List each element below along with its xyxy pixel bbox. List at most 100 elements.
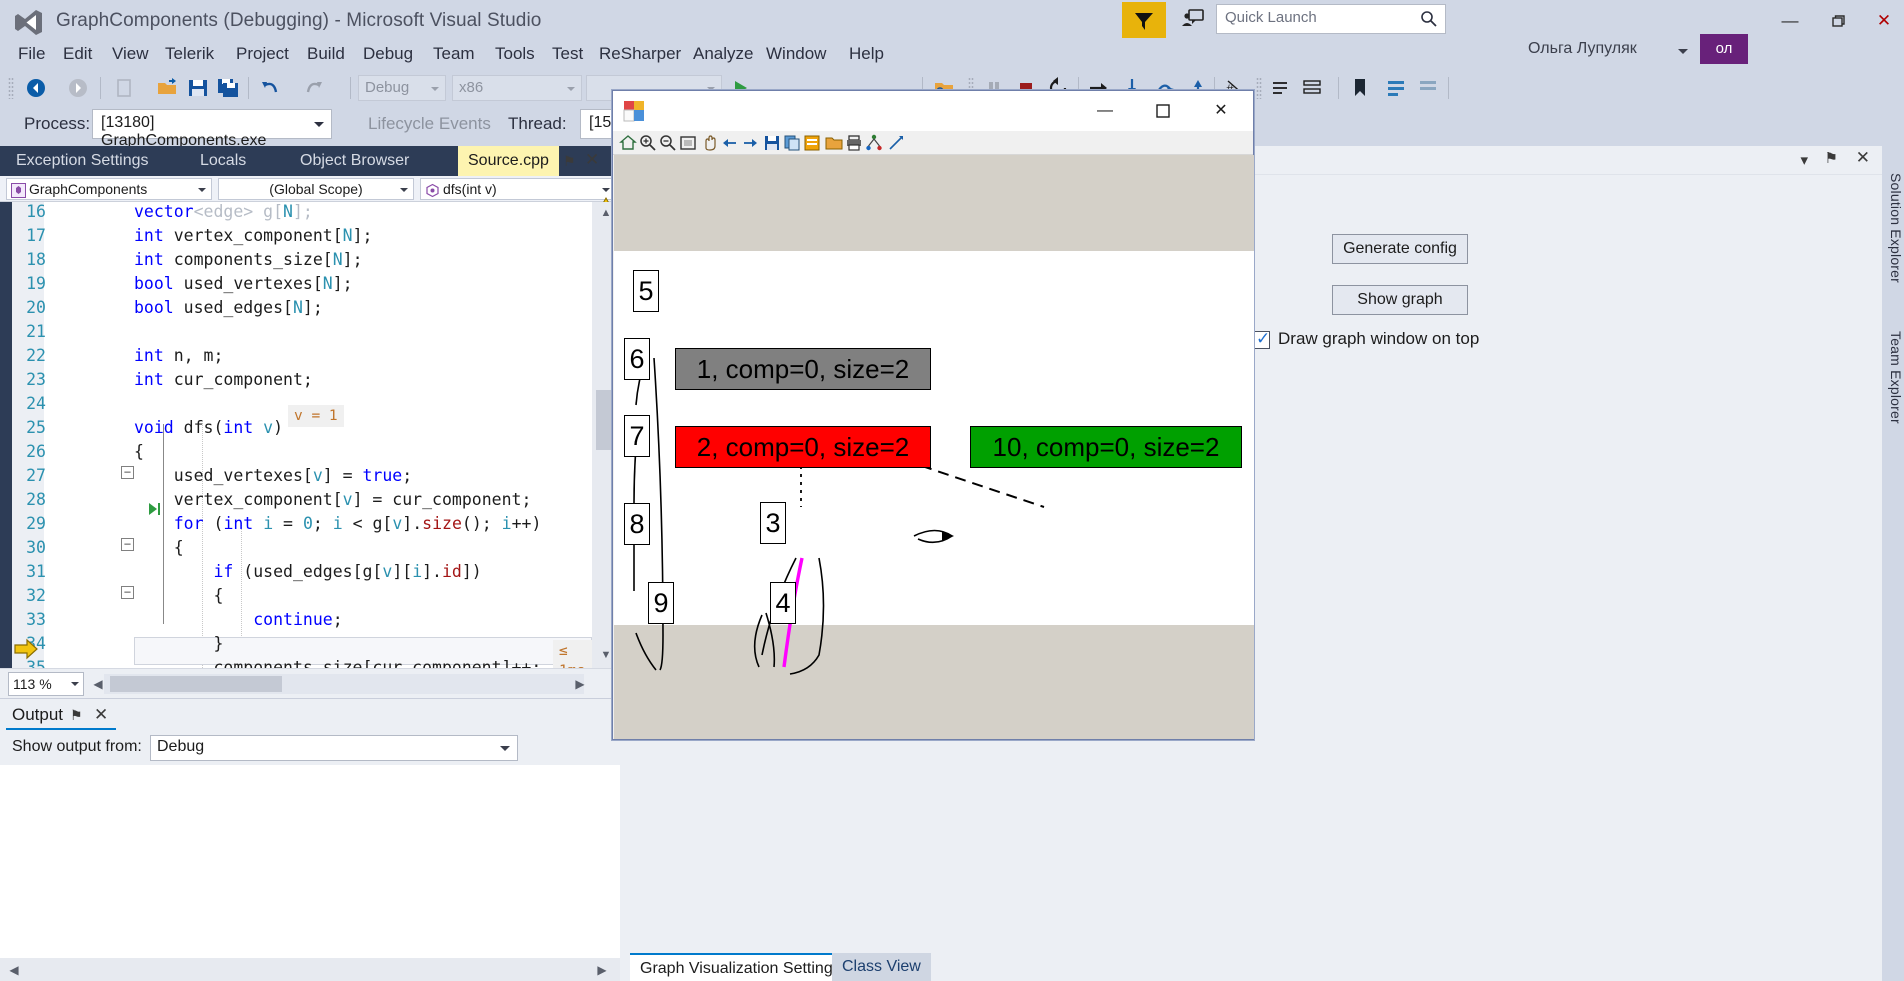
- platform-combo[interactable]: x86: [452, 75, 582, 101]
- graph-node-2[interactable]: 2, comp=0, size=2: [675, 426, 931, 468]
- menu-item-window[interactable]: Window: [758, 40, 834, 70]
- zoom-level-combo[interactable]: 113 %: [8, 672, 84, 696]
- feedback-icon[interactable]: [1178, 6, 1206, 34]
- sidebar-item-team-explorer[interactable]: Team Explorer: [1882, 310, 1904, 438]
- code-line[interactable]: int components_size[N];: [134, 248, 363, 272]
- pan-hand-icon[interactable]: [701, 134, 719, 152]
- menu-item-build[interactable]: Build: [299, 40, 353, 70]
- graph-node-4[interactable]: 4: [770, 582, 796, 624]
- menu-item-telerik[interactable]: Telerik: [157, 40, 222, 70]
- menu-item-project[interactable]: Project: [228, 40, 297, 70]
- code-line[interactable]: {: [134, 440, 144, 464]
- new-item-icon[interactable]: [112, 76, 136, 100]
- minimize-button[interactable]: —: [1768, 4, 1812, 38]
- fold-toggle[interactable]: −: [121, 586, 134, 599]
- back-arrow-icon[interactable]: [721, 134, 739, 152]
- scroll-right-arrow-icon[interactable]: ▶: [592, 960, 612, 980]
- graph-node-10[interactable]: 10, comp=0, size=2: [970, 426, 1242, 468]
- save-icon[interactable]: [186, 76, 210, 100]
- graph-node-5[interactable]: 5: [633, 270, 659, 312]
- run-to-cursor-icon[interactable]: [147, 501, 163, 522]
- code-line[interactable]: components_size[cur_component]++;: [134, 656, 541, 668]
- code-line[interactable]: continue;: [134, 608, 342, 632]
- build-configuration-combo[interactable]: Debug: [358, 75, 446, 101]
- tab-close-icon[interactable]: ✕: [585, 150, 599, 170]
- code-line[interactable]: int vertex_component[N];: [134, 224, 372, 248]
- graph-canvas[interactable]: 5 6 7 8 9 3 4 1, comp=0, size=2 2, comp=0, size=…: [614, 155, 1254, 739]
- tab-class-view[interactable]: Class View: [832, 953, 931, 981]
- code-line[interactable]: vector<edge> g[N];: [134, 202, 313, 224]
- menu-item-debug[interactable]: Debug: [355, 40, 421, 70]
- code-line[interactable]: void dfs(int v): [134, 416, 283, 440]
- redo-icon[interactable]: [302, 76, 326, 100]
- tool-window-dropdown-icon[interactable]: ▾: [1800, 151, 1808, 169]
- properties-icon[interactable]: [803, 134, 821, 152]
- tab-pin-icon[interactable]: ⚑: [563, 153, 576, 170]
- tab-exception-settings[interactable]: Exception Settings: [6, 146, 159, 176]
- graph-node-6[interactable]: 6: [624, 338, 650, 380]
- code-line[interactable]: int cur_component;: [134, 368, 313, 392]
- close-icon[interactable]: ✕: [94, 705, 108, 725]
- process-combo[interactable]: [13180] GraphComponents.exe: [92, 109, 332, 149]
- fold-toggle[interactable]: −: [121, 538, 134, 551]
- scroll-left-arrow-icon[interactable]: ◀: [4, 960, 24, 980]
- uncomment-icon[interactable]: [1416, 76, 1440, 100]
- close-icon[interactable]: ✕: [1856, 148, 1870, 168]
- graph-node-9[interactable]: 9: [648, 582, 674, 624]
- graph-node-7[interactable]: 7: [624, 415, 650, 457]
- tab-object-browser[interactable]: Object Browser: [290, 146, 419, 176]
- menu-item-file[interactable]: File: [10, 40, 53, 70]
- pin-icon[interactable]: ⚑: [1825, 149, 1838, 167]
- menu-item-edit[interactable]: Edit: [55, 40, 100, 70]
- undo-icon[interactable]: [258, 76, 282, 100]
- code-line[interactable]: bool used_edges[N];: [134, 296, 323, 320]
- menu-item-analyze[interactable]: Analyze: [685, 40, 761, 70]
- output-horizontal-scrollbar[interactable]: ◀ ▶: [0, 958, 620, 981]
- menu-item-tools[interactable]: Tools: [487, 40, 543, 70]
- sidebar-item-solution-explorer[interactable]: Solution Explorer: [1882, 150, 1904, 300]
- menu-item-test[interactable]: Test: [544, 40, 591, 70]
- forward-arrow-icon[interactable]: [741, 134, 759, 152]
- member-combo[interactable]: dfs(int v): [420, 178, 616, 200]
- output-source-combo[interactable]: Debug: [150, 735, 518, 761]
- menu-item-view[interactable]: View: [104, 40, 157, 70]
- graph-node-1[interactable]: 1, comp=0, size=2: [675, 348, 931, 390]
- home-icon[interactable]: [619, 134, 637, 152]
- code-line[interactable]: {: [134, 584, 223, 608]
- tab-graph-visualization-settings[interactable]: Graph Visualization Settings: [630, 953, 851, 981]
- hierarchy-icon[interactable]: [865, 134, 883, 152]
- pin-icon[interactable]: ⚑: [70, 707, 83, 724]
- code-line[interactable]: {: [134, 536, 184, 560]
- tab-locals[interactable]: Locals: [190, 146, 256, 176]
- copy-icon[interactable]: [783, 134, 801, 152]
- code-line[interactable]: for (int i = 0; i < g[v].size(); i++): [134, 512, 542, 536]
- pointer-icon[interactable]: [887, 134, 905, 152]
- code-editor[interactable]: − − − 16 vector<edge> g[N]; 17 int vertex_c…: [0, 202, 592, 668]
- zoom-in-icon[interactable]: [639, 134, 657, 152]
- graph-maximize-button[interactable]: [1139, 91, 1187, 131]
- project-combo[interactable]: GraphComponents: [6, 178, 212, 200]
- parallel-stacks-icon[interactable]: [1300, 76, 1324, 100]
- quick-launch-input[interactable]: Quick Launch: [1216, 4, 1446, 34]
- maximize-button[interactable]: [1816, 4, 1860, 38]
- fit-window-icon[interactable]: [679, 134, 697, 152]
- print-icon[interactable]: [845, 134, 863, 152]
- generate-config-button[interactable]: Generate config: [1332, 234, 1468, 264]
- scroll-right-arrow-icon[interactable]: ▶: [570, 674, 590, 694]
- notification-filter-icon[interactable]: [1122, 2, 1166, 38]
- save-icon[interactable]: [763, 134, 781, 152]
- zoom-out-icon[interactable]: [659, 134, 677, 152]
- editor-hscroll-thumb[interactable]: [110, 676, 282, 692]
- tab-source-cpp[interactable]: Source.cpp: [458, 146, 559, 176]
- code-line[interactable]: int n, m;: [134, 344, 223, 368]
- threads-icon[interactable]: [1268, 76, 1292, 100]
- save-all-icon[interactable]: [216, 76, 240, 100]
- graph-close-button[interactable]: ✕: [1197, 91, 1245, 131]
- menu-item-resharper[interactable]: ReSharper: [591, 40, 689, 70]
- graph-minimize-button[interactable]: —: [1081, 91, 1129, 131]
- graph-node-8[interactable]: 8: [624, 503, 650, 545]
- output-text-area[interactable]: [0, 765, 620, 958]
- search-icon[interactable]: [1420, 10, 1438, 28]
- graph-node-3[interactable]: 3: [760, 502, 786, 544]
- toolbar-grip[interactable]: [8, 77, 14, 99]
